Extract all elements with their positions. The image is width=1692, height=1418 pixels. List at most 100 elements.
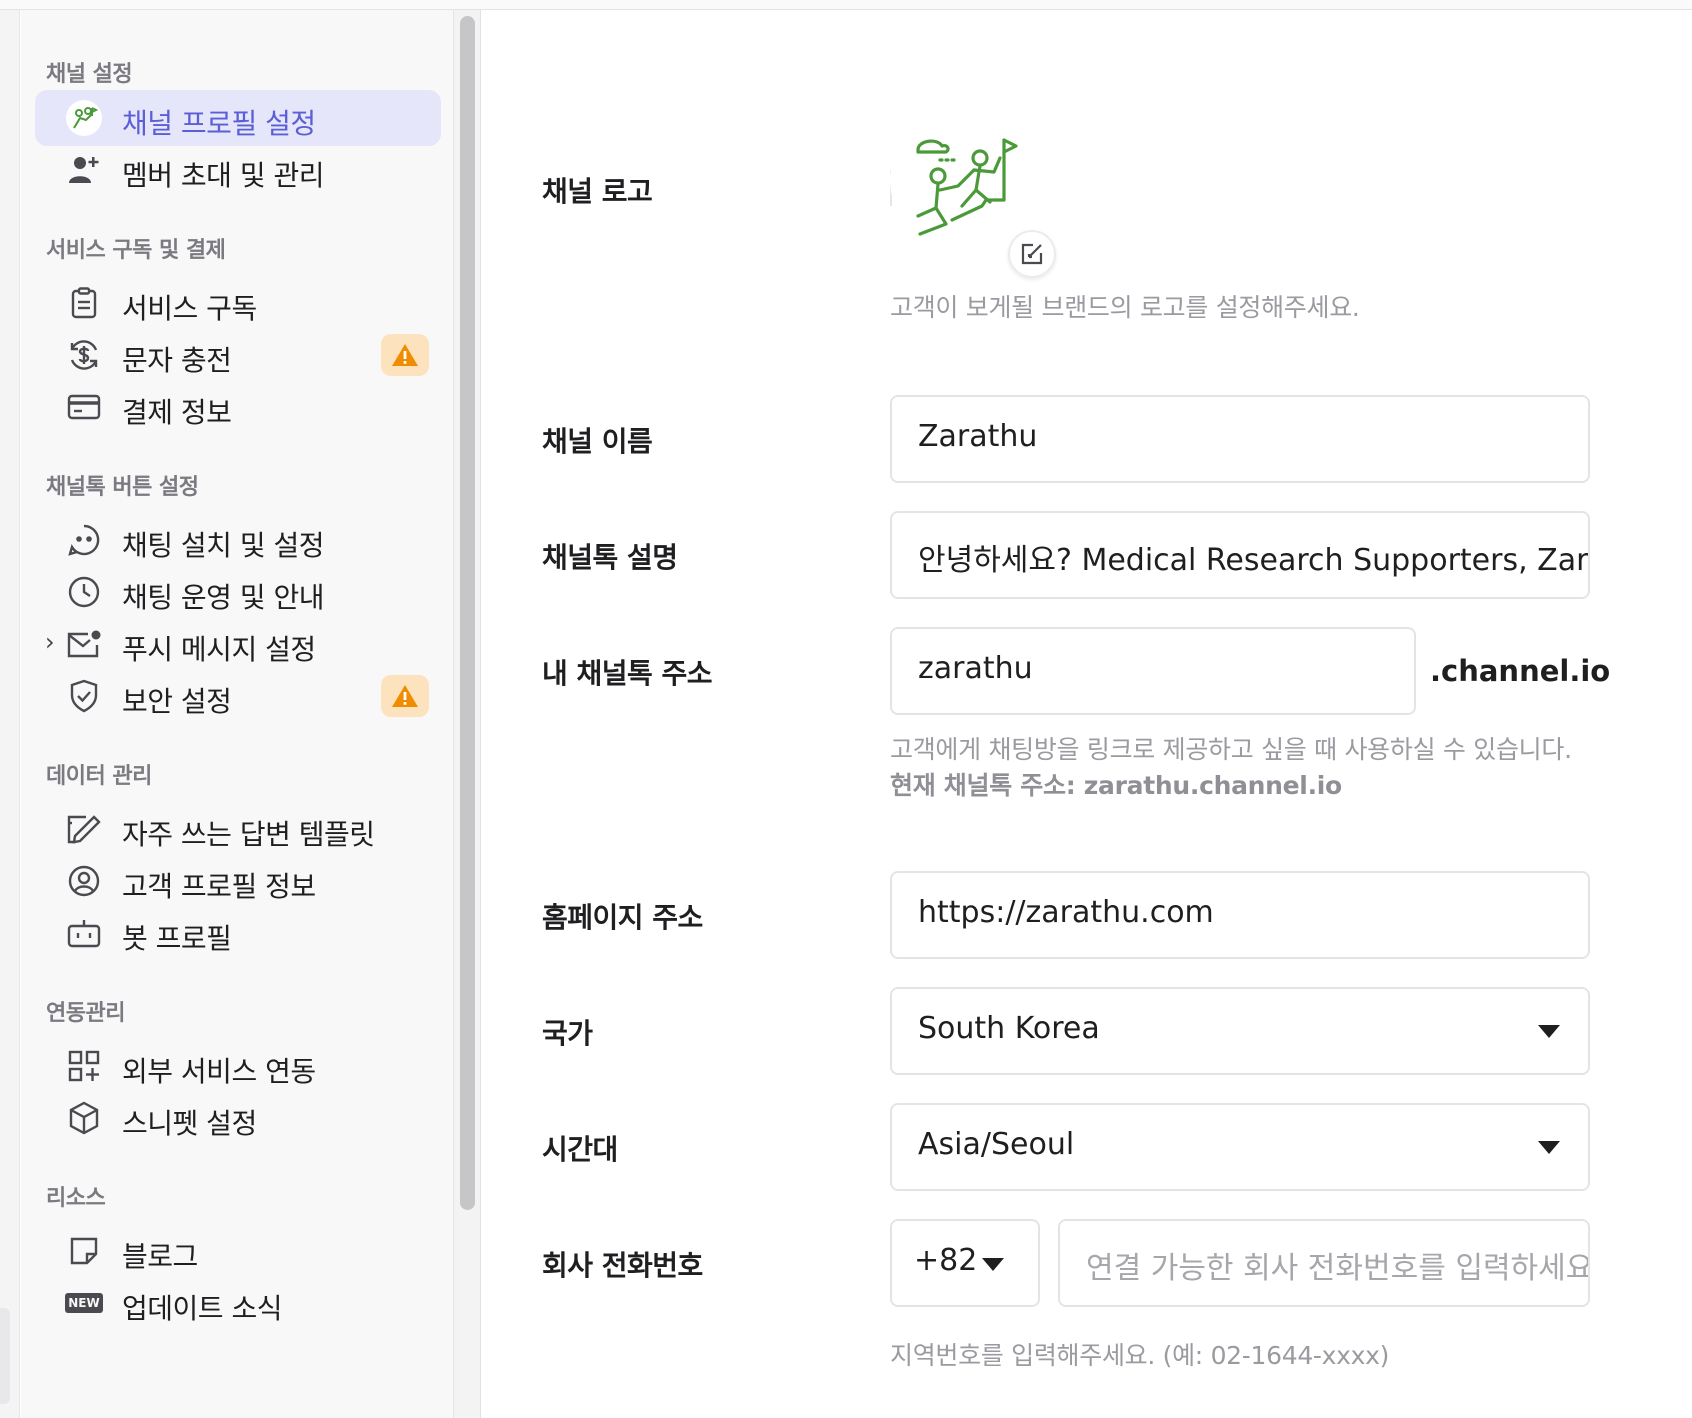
country-value: South Korea [918, 1011, 1100, 1046]
logo-label: 채널 로고 [542, 175, 653, 208]
chevron-right-icon[interactable]: › [45, 628, 55, 656]
country-code-value: +82 [914, 1243, 978, 1278]
sidebar-item-label: 봇 프로필 [122, 922, 232, 955]
edit-icon [1021, 243, 1043, 265]
bot-icon [66, 915, 102, 951]
sidebar-item-label: 결제 정보 [122, 396, 232, 429]
clipboard-icon [66, 285, 102, 321]
sidebar-item-members[interactable]: 멤버 초대 및 관리 [35, 142, 441, 198]
sidebar-item-customer-profile[interactable]: 고객 프로필 정보 [35, 853, 441, 909]
caret-down-icon [982, 1258, 1004, 1271]
cube-icon [66, 1100, 102, 1136]
sidebar-item-label: 자주 쓰는 답변 템플릿 [122, 818, 375, 851]
section-title-data-management: 데이터 관리 [46, 764, 152, 789]
template-edit-icon [66, 811, 102, 847]
sidebar-item-snippet[interactable]: 스니펫 설정 [35, 1090, 441, 1146]
sidebar-item-updates[interactable]: NEW 업데이트 소식 [35, 1275, 441, 1331]
channel-address-input[interactable]: zarathu [890, 627, 1416, 715]
warning-icon [392, 344, 418, 366]
sidebar-item-label: 채팅 설치 및 설정 [122, 529, 325, 562]
description-input[interactable]: 안녕하세요? Medical Research Supporters, Zara… [890, 511, 1590, 599]
section-title-resources: 리소스 [46, 1186, 106, 1211]
sidebar-item-label: 멤버 초대 및 관리 [122, 159, 325, 192]
description-label: 채널톡 설명 [542, 541, 678, 574]
edit-logo-button[interactable] [1008, 230, 1056, 278]
sidebar-item-billing-info[interactable]: 결제 정보 [35, 379, 441, 435]
sidebar-item-label: 채널 프로필 설정 [122, 107, 316, 140]
dollar-refresh-icon [66, 337, 102, 373]
description-value: 안녕하세요? Medical Research Supporters, Zara… [918, 543, 1589, 578]
address-label: 내 채널톡 주소 [542, 657, 713, 690]
sidebar-item-subscription[interactable]: 서비스 구독 [35, 275, 441, 331]
sidebar-item-chat-install[interactable]: 채팅 설치 및 설정 [35, 512, 441, 568]
caret-down-icon [1538, 1141, 1560, 1154]
sidebar-item-label: 서비스 구독 [122, 292, 257, 325]
collapse-handle[interactable] [0, 1308, 10, 1404]
homepage-input[interactable]: https://zarathu.com [890, 871, 1590, 959]
new-badge-text: NEW [65, 1293, 103, 1313]
channel-logo-image[interactable] [890, 110, 1030, 250]
phone-placeholder: 연결 가능한 회사 전화번호를 입력하세요 [1086, 1251, 1590, 1286]
address-hint-text: 고객에게 채팅방을 링크로 제공하고 싶을 때 사용하실 수 있습니다. [890, 735, 1572, 764]
sidebar-item-security[interactable]: 보안 설정 [35, 668, 441, 724]
channel-profile-form: 채널 로고 고객이 보게될 브랜드의 로고를 설정해주세요. 채널 이름 Zar… [482, 10, 1692, 1418]
channel-address-value: zarathu [918, 651, 1033, 686]
warning-badge[interactable] [381, 334, 429, 376]
phone-number-input[interactable]: 연결 가능한 회사 전화번호를 입력하세요 [1058, 1219, 1590, 1307]
add-member-icon [66, 152, 102, 188]
current-address-text: 현재 채널톡 주소: zarathu.channel.io [890, 771, 1342, 800]
homepage-value: https://zarathu.com [918, 895, 1214, 930]
user-circle-icon [66, 863, 102, 899]
left-edge-panel [0, 10, 20, 1418]
sidebar-item-label: 스니펫 설정 [122, 1107, 257, 1140]
country-code-select[interactable]: +82 [890, 1219, 1040, 1307]
sidebar-item-chat-operation[interactable]: 채팅 운영 및 안내 [35, 564, 441, 620]
sidebar-item-label: 고객 프로필 정보 [122, 870, 316, 903]
sidebar-item-push-message[interactable]: › 푸시 메시지 설정 [35, 616, 441, 672]
note-icon [66, 1233, 102, 1269]
section-title-channel-settings: 채널 설정 [46, 62, 133, 87]
sidebar-scrollbar-thumb[interactable] [460, 16, 475, 1210]
channel-avatar-icon [66, 100, 102, 136]
timezone-select[interactable]: Asia/Seoul [890, 1103, 1590, 1191]
sidebar-item-blog[interactable]: 블로그 [35, 1223, 441, 1279]
section-title-integrations: 연동관리 [46, 1001, 125, 1026]
sidebar-item-label: 채팅 운영 및 안내 [122, 581, 325, 614]
logo-hint: 고객이 보게될 브랜드의 로고를 설정해주세요. [890, 293, 1360, 322]
sidebar-item-channel-profile[interactable]: 채널 프로필 설정 [35, 90, 441, 146]
clock-icon [66, 574, 102, 610]
section-title-subscription: 서비스 구독 및 결제 [46, 238, 226, 263]
credit-card-icon [66, 389, 102, 425]
sidebar-item-external-integrations[interactable]: 외부 서비스 연동 [35, 1038, 441, 1094]
address-hint: 고객에게 채팅방을 링크로 제공하고 싶을 때 사용하실 수 있습니다. 현재 … [890, 732, 1590, 804]
section-title-button-settings: 채널톡 버튼 설정 [46, 475, 199, 500]
sidebar-item-label: 보안 설정 [122, 685, 232, 718]
country-label: 국가 [542, 1017, 593, 1050]
sidebar-item-label: 문자 충전 [122, 344, 232, 377]
sidebar-item-reply-templates[interactable]: 자주 쓰는 답변 템플릿 [35, 801, 441, 857]
climbers-logo-icon [916, 138, 1018, 236]
channel-name-input[interactable]: Zarathu [890, 395, 1590, 483]
sidebar-item-bot-profile[interactable]: 봇 프로필 [35, 905, 441, 961]
channel-name-value: Zarathu [918, 419, 1038, 454]
chat-face-icon [66, 522, 102, 558]
sidebar-item-label: 외부 서비스 연동 [122, 1055, 316, 1088]
grid-plus-icon [66, 1048, 102, 1084]
mail-notification-icon [66, 626, 102, 662]
channel-domain-suffix: .channel.io [1430, 654, 1611, 688]
caret-down-icon [1538, 1025, 1560, 1038]
timezone-value: Asia/Seoul [918, 1127, 1075, 1162]
channel-name-label: 채널 이름 [542, 425, 653, 458]
warning-icon [392, 685, 418, 707]
timezone-label: 시간대 [542, 1133, 618, 1166]
country-select[interactable]: South Korea [890, 987, 1590, 1075]
shield-check-icon [66, 678, 102, 714]
phone-hint: 지역번호를 입력해주세요. (예: 02-1644-xxxx) [890, 1341, 1390, 1370]
new-badge-icon: NEW [65, 1285, 103, 1321]
sidebar-item-label: 블로그 [122, 1240, 198, 1273]
top-border [0, 0, 1692, 10]
sidebar-item-label: 푸시 메시지 설정 [122, 633, 316, 666]
homepage-label: 홈페이지 주소 [542, 901, 703, 934]
sidebar-item-sms-charge[interactable]: 문자 충전 [35, 327, 441, 383]
warning-badge[interactable] [381, 675, 429, 717]
